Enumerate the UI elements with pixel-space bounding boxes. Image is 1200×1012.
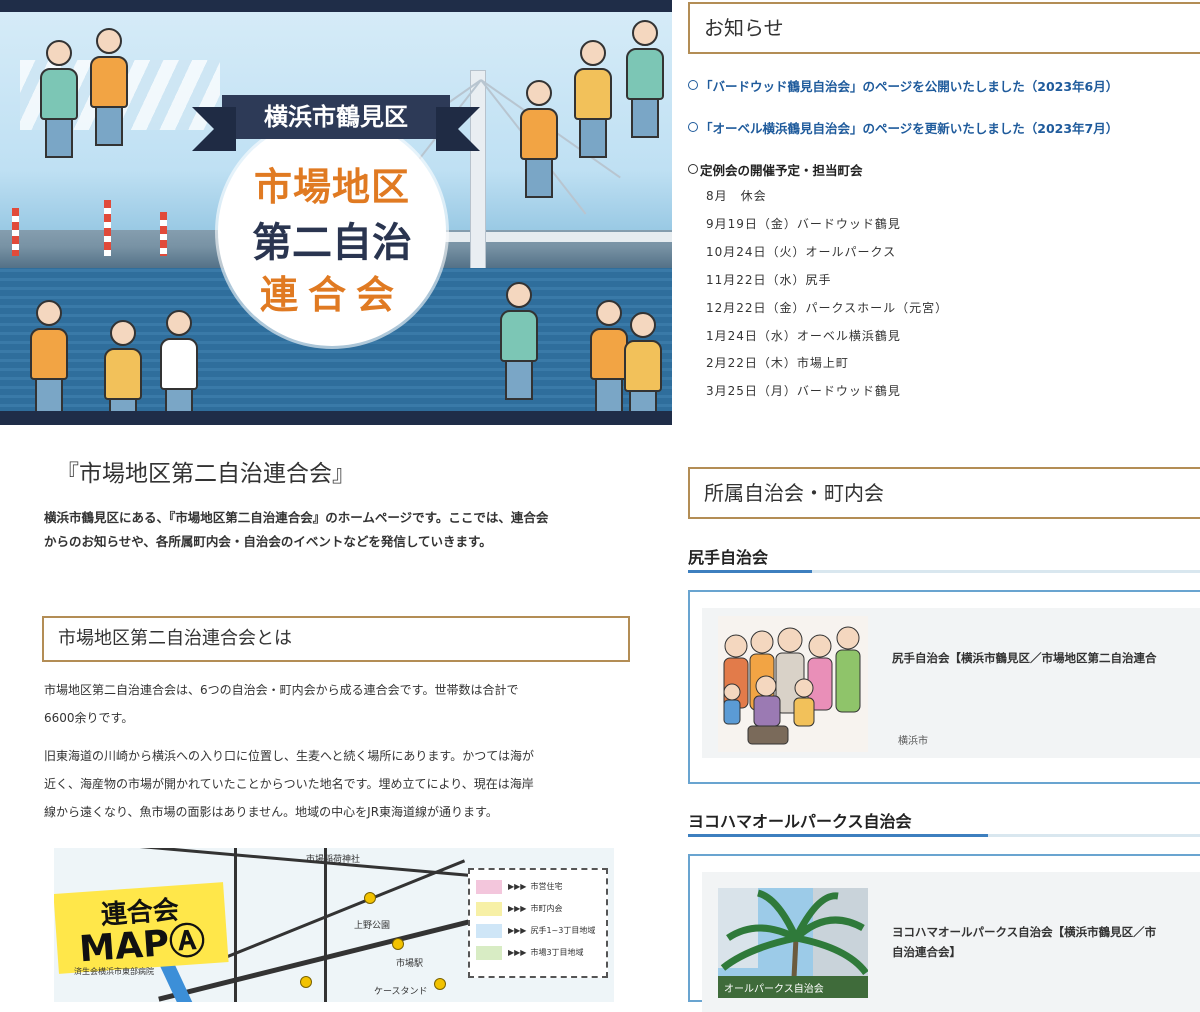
map-legend-row: ▶▶▶ 尻手1~3丁目地域 [476,920,600,942]
palm-tree-photo-thumbnail: オールパークス自治会 [718,888,868,998]
schedule-item: 10月24日（火）オールパークス [706,245,897,259]
person-illustration [624,312,662,425]
member-card-text[interactable]: 尻手自治会【横浜市鶴見区／市場地区第二自治連合 [892,648,1157,668]
intro-text-line: からのお知らせや、各所属町内会・自治会のイベントなどを発信していきます。 [44,534,492,549]
bullet-circle-icon [688,122,698,132]
map-tag-line-2: MAP [77,923,171,971]
member-card[interactable]: 尻手自治会【横浜市鶴見区／市場地区第二自治連合 横浜市 [688,590,1200,784]
person-illustration [520,80,558,198]
schedule-item: 12月22日（金）パークスホール（元宮） [706,301,949,315]
federation-map[interactable]: 連合会 MAPⒶ 市場稲荷神社 ケースタンド 市場駅 済生会横浜市東部病院 上野… [54,848,614,1002]
news-item-text[interactable]: 「オーベル横浜鶴見自治会」のページを更新いたしました（2023年7月） [700,121,1118,136]
map-label: 市場駅 [396,959,424,969]
chimney-illustration [12,208,19,256]
map-pin-icon[interactable] [392,938,404,950]
person-illustration [40,40,78,158]
person-illustration [30,300,68,418]
schedule-item: 8月 休会 [706,189,767,203]
map-legend-row: ▶▶▶ 市町内会 [476,898,600,920]
map-title-tag: 連合会 MAPⒶ [54,882,229,974]
left-column: 市場地区 第二自治 連合会 横浜市鶴見区 『市場地区第二自治連合会』 横浜市鶴見… [0,0,672,1002]
chimney-illustration [160,212,167,256]
member-card-text[interactable]: 自治連合会】 [892,942,961,962]
about-paragraph-line: 近く、海産物の市場が開かれていたことからついた地名です。埋め立てにより、現在は海… [44,777,534,791]
hero-top-bar [0,0,672,12]
schedule-item: 2月22日（木）市場上町 [706,356,849,370]
news-section-heading: お知らせ [688,2,1200,54]
map-label: 済生会横浜市東部病院 [74,967,154,976]
member-card-meta: 横浜市 [898,736,928,747]
map-label: 市場稲荷神社 [306,855,361,865]
intro-text-line: 横浜市鶴見区にある、『市場地区第二自治連合会』のホームページです。ここでは、連合… [44,510,549,525]
about-paragraph-line: 6600余りです。 [44,711,134,725]
about-paragraph-line: 旧東海道の川崎から横浜への入り口に位置し、生麦へと続く場所にあります。かつては海… [44,749,534,763]
person-illustration [104,320,142,425]
news-item-link[interactable]: 「バードウッド鶴見自治会」のページを公開いたしました（2023年6月） [688,76,1118,95]
bullet-circle-icon [688,164,698,174]
members-section-heading: 所属自治会・町内会 [688,467,1200,519]
map-legend-row: ▶▶▶ 市場3丁目地域 [476,942,600,964]
hero-title-badge: 市場地区 第二自治 連合会 [218,118,446,346]
person-illustration [90,28,128,146]
schedule-item: 9月19日（金）バードウッド鶴見 [706,217,901,231]
schedule-item: 11月22日（水）尻手 [706,273,832,287]
map-pin-icon[interactable] [300,976,312,988]
bullet-circle-icon [688,80,698,90]
hero-title-line-1: 市場地区 [253,165,410,209]
about-paragraph-line: 線から遠くなり、魚市場の面影はありません。地域の中心をJR東海道線が通ります。 [44,805,498,819]
map-legend-label: 尻手1~3丁目地域 [530,926,596,935]
person-illustration [590,300,628,418]
map-tag-circle: Ⓐ [167,920,207,965]
person-illustration [500,282,538,400]
person-illustration [626,20,664,138]
schedule-heading: 定例会の開催予定・担当町会 [688,160,863,179]
hero-ribbon: 横浜市鶴見区 [192,95,480,151]
about-section-heading: 市場地区第二自治連合会とは [42,616,630,662]
member-card-inner: 尻手自治会【横浜市鶴見区／市場地区第二自治連合 横浜市 [702,608,1200,758]
schedule-heading-text: 定例会の開催予定・担当町会 [700,163,863,178]
thumbnail-caption: オールパークス自治会 [724,982,824,995]
map-road [222,859,466,960]
map-label: ケースタンド [374,987,428,997]
chimney-illustration [104,200,111,256]
member-group-title[interactable]: 尻手自治会 [688,544,768,568]
family-illustration-thumbnail [718,616,868,752]
news-item-link[interactable]: 「オーベル横浜鶴見自治会」のページを更新いたしました（2023年7月） [688,118,1118,137]
page-title: 『市場地区第二自治連合会』 [56,461,355,487]
member-card-text[interactable]: ヨコハマオールパークス自治会【横浜市鶴見区／市 [892,922,1156,942]
hero-title-line-2: 第二自治 [252,220,412,266]
map-legend: ▶▶▶ 市営住宅 ▶▶▶ 市町内会 ▶▶▶ 尻手1~3丁目地域 ▶▶▶ 市場3丁目地域 [468,868,608,978]
schedule-item: 1月24日（水）オーベル横浜鶴見 [706,329,901,343]
member-card[interactable]: オールパークス自治会 ヨコハマオールパークス自治会【横浜市鶴見区／市 自治連合会… [688,854,1200,1012]
member-group-underline [688,570,1200,573]
map-legend-label: 市町内会 [530,904,563,913]
bridge-tower-illustration [470,70,486,272]
hero-title-line-3: 連合会 [259,273,404,317]
right-column: お知らせ 「バードウッド鶴見自治会」のページを公開いたしました（2023年6月）… [688,0,1200,1012]
member-group-title[interactable]: ヨコハマオールパークス自治会 [688,808,912,832]
map-road [324,848,327,1002]
schedule-item: 3月25日（月）バードウッド鶴見 [706,384,901,398]
member-group-underline [688,834,1200,837]
person-illustration [160,310,198,425]
map-pin-icon[interactable] [364,892,376,904]
hero-banner: 市場地区 第二自治 連合会 横浜市鶴見区 [0,0,672,425]
person-illustration [574,40,612,158]
about-paragraph-line: 市場地区第二自治連合会は、6つの自治会・町内会から成る連合会です。世帯数は合計で [44,683,519,697]
map-label: 上野公園 [354,921,391,931]
map-legend-label: 市営住宅 [530,882,563,891]
map-legend-label: 市場3丁目地域 [530,948,584,957]
member-card-inner: オールパークス自治会 ヨコハマオールパークス自治会【横浜市鶴見区／市 自治連合会… [702,872,1200,1012]
news-item-text[interactable]: 「バードウッド鶴見自治会」のページを公開いたしました（2023年6月） [700,79,1118,94]
map-legend-row: ▶▶▶ 市営住宅 [476,876,600,898]
hero-bottom-bar [0,411,672,425]
map-pin-icon[interactable] [434,978,446,990]
